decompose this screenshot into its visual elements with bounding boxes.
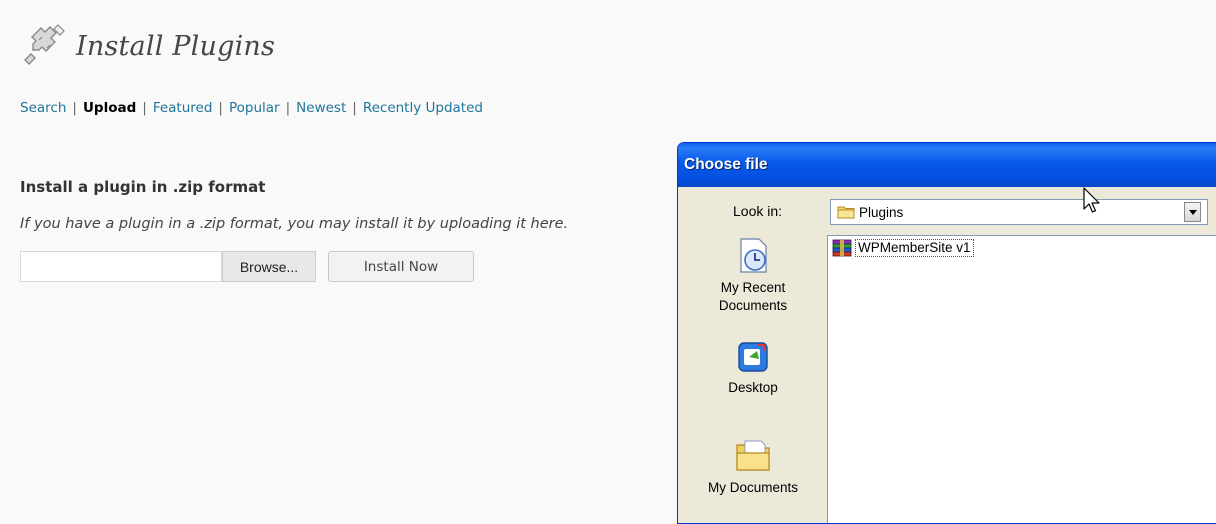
page-title: Install Plugins bbox=[76, 30, 276, 62]
subnav-separator: | bbox=[352, 100, 357, 116]
dialog-titlebar[interactable]: Choose file bbox=[678, 143, 1216, 187]
upload-section-heading: Install a plugin in .zip format bbox=[20, 178, 266, 196]
desktop-icon bbox=[738, 342, 768, 372]
plugin-subnav: Search | Upload | Featured | Popular | Newest | Re… bbox=[20, 100, 483, 116]
subnav-search-link[interactable]: Search bbox=[20, 100, 66, 116]
mouse-pointer-icon bbox=[1083, 187, 1100, 213]
place-my-recent-documents[interactable]: My Recent Documents bbox=[679, 235, 827, 315]
my-documents-icon bbox=[736, 440, 770, 471]
install-now-button[interactable]: Install Now bbox=[328, 251, 474, 282]
page-header: Install Plugins bbox=[20, 22, 275, 70]
look-in-value: Plugins bbox=[859, 204, 904, 220]
plugin-icon bbox=[24, 24, 65, 65]
place-label: Desktop bbox=[728, 380, 778, 395]
winrar-archive-icon bbox=[832, 239, 852, 257]
subnav-separator: | bbox=[285, 100, 291, 116]
place-label: My Recent Documents bbox=[718, 280, 788, 313]
dialog-title: Choose file bbox=[684, 156, 768, 173]
choose-file-dialog: Choose file Look in: Plugins My Recent Do… bbox=[677, 142, 1216, 524]
subnav-featured-link[interactable]: Featured bbox=[153, 100, 213, 116]
file-path-input[interactable] bbox=[20, 251, 222, 282]
place-my-documents[interactable]: My Documents bbox=[679, 435, 827, 497]
subnav-separator: | bbox=[218, 100, 223, 116]
file-list[interactable]: WPMemberSite v1 bbox=[827, 235, 1216, 523]
subnav-separator: | bbox=[142, 100, 147, 116]
upload-description: If you have a plugin in a .zip format, y… bbox=[20, 216, 569, 232]
upload-form: Browse... Install Now bbox=[20, 251, 474, 282]
file-item[interactable]: WPMemberSite v1 bbox=[831, 239, 974, 257]
browse-button[interactable]: Browse... bbox=[222, 251, 316, 282]
places-bar: My Recent Documents Desktop My Documents bbox=[679, 235, 827, 523]
subnav-popular-link[interactable]: Popular bbox=[229, 100, 280, 116]
chevron-down-icon[interactable] bbox=[1184, 202, 1201, 222]
place-label: My Documents bbox=[707, 480, 799, 495]
subnav-upload-current: Upload bbox=[82, 100, 137, 116]
recent-documents-icon bbox=[740, 238, 767, 273]
look-in-dropdown[interactable]: Plugins bbox=[830, 199, 1208, 225]
file-name: WPMemberSite v1 bbox=[855, 239, 974, 257]
look-in-label: Look in: bbox=[733, 203, 783, 219]
folder-icon bbox=[837, 206, 855, 219]
subnav-newest-link[interactable]: Newest bbox=[296, 100, 346, 116]
subnav-separator: | bbox=[72, 100, 77, 116]
subnav-recently-updated-link[interactable]: Recently Updated bbox=[363, 100, 483, 116]
place-desktop[interactable]: Desktop bbox=[679, 339, 827, 397]
